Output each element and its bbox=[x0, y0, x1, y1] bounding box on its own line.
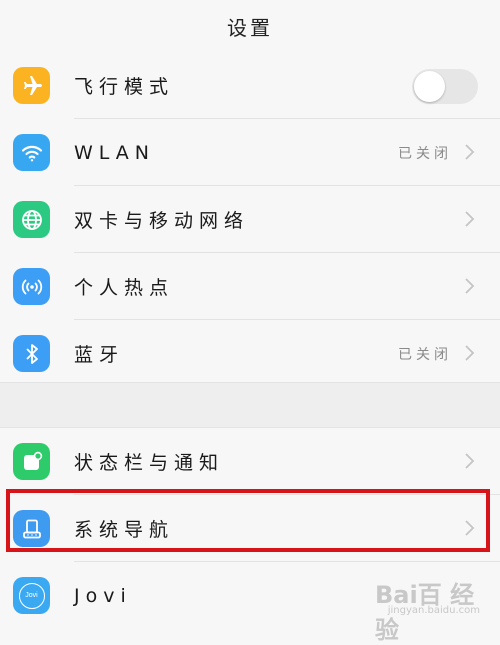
settings-header: 设置 bbox=[0, 0, 500, 53]
jovi-label: Jovi bbox=[74, 584, 132, 607]
wlan-label: WLAN bbox=[74, 141, 156, 164]
settings-row-dual-sim[interactable]: 双卡与移动网络 bbox=[0, 186, 500, 253]
jovi-icon: Jovi bbox=[13, 577, 50, 614]
settings-row-airplane[interactable]: 飞行模式 bbox=[0, 52, 500, 119]
jovi-icon-text: Jovi bbox=[18, 582, 45, 609]
connectivity-group: 飞行模式 WLAN 已关闭 双卡与移动网络 个人热点 蓝牙 已关闭 bbox=[0, 52, 500, 387]
settings-row-status-bar[interactable]: 状态栏与通知 bbox=[0, 428, 500, 495]
chevron-right-icon bbox=[465, 345, 475, 361]
bluetooth-label: 蓝牙 bbox=[74, 344, 125, 366]
bluetooth-icon bbox=[13, 335, 50, 372]
airplane-mode-toggle[interactable] bbox=[412, 69, 478, 104]
wifi-icon bbox=[13, 134, 50, 171]
settings-row-hotspot[interactable]: 个人热点 bbox=[0, 253, 500, 320]
airplane-mode-label: 飞行模式 bbox=[74, 76, 175, 98]
toggle-knob bbox=[414, 71, 445, 102]
globe-icon bbox=[13, 201, 50, 238]
airplane-icon bbox=[13, 67, 50, 104]
hotspot-icon bbox=[13, 268, 50, 305]
wlan-status: 已关闭 bbox=[398, 145, 452, 162]
settings-row-wlan[interactable]: WLAN 已关闭 bbox=[0, 119, 500, 186]
status-bar-label: 状态栏与通知 bbox=[74, 452, 225, 474]
watermark-url: jingyan.baidu.com bbox=[387, 605, 480, 616]
section-divider bbox=[0, 382, 500, 428]
chevron-right-icon bbox=[465, 211, 475, 227]
watermark: Bai百 经验 jingyan.baidu.com bbox=[375, 575, 480, 644]
page-title: 设置 bbox=[227, 15, 273, 40]
settings-row-bluetooth[interactable]: 蓝牙 已关闭 bbox=[0, 320, 500, 387]
chevron-right-icon bbox=[465, 144, 475, 160]
chevron-right-icon bbox=[465, 278, 475, 294]
dual-sim-label: 双卡与移动网络 bbox=[74, 210, 250, 232]
highlight-box bbox=[6, 489, 490, 552]
bluetooth-status: 已关闭 bbox=[398, 346, 452, 363]
notification-icon bbox=[13, 443, 50, 480]
hotspot-label: 个人热点 bbox=[74, 277, 175, 299]
chevron-right-icon bbox=[465, 453, 475, 469]
